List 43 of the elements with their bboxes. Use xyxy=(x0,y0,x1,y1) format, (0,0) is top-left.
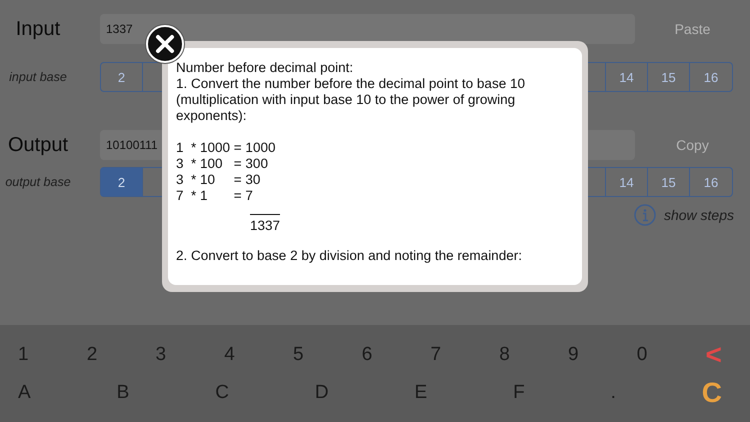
equation-line: 7 * 1 = 7 xyxy=(176,188,254,204)
equation-line: 3 * 100 = 300 xyxy=(176,156,269,172)
backspace-key[interactable]: < xyxy=(698,342,730,366)
keypad-key[interactable]: 8 xyxy=(491,342,518,366)
keypad-key[interactable]: C xyxy=(207,380,237,404)
keypad-key[interactable]: D xyxy=(306,380,337,404)
keypad-key[interactable]: 2 xyxy=(78,342,106,366)
equation-line: 3 * 10 = 30 xyxy=(176,172,262,188)
dialog-heading: Number before decimal point: xyxy=(176,60,354,76)
base-segment[interactable]: 15 xyxy=(648,168,690,196)
base-segment[interactable]: 2 xyxy=(101,168,143,196)
keypad-key[interactable]: 3 xyxy=(148,342,174,366)
close-icon xyxy=(155,34,175,54)
keypad-key[interactable]: 5 xyxy=(285,342,312,366)
keypad-key[interactable]: A xyxy=(10,380,39,404)
base-segment[interactable]: 16 xyxy=(690,63,732,91)
base-segment[interactable]: 15 xyxy=(648,63,690,91)
keypad-key[interactable]: B xyxy=(108,380,138,404)
keypad-key[interactable]: 6 xyxy=(354,342,380,366)
equation-line: 1 * 1000 = 1000 xyxy=(176,140,276,156)
copy-button[interactable]: Copy xyxy=(635,137,750,153)
keypad-key[interactable]: F xyxy=(505,380,533,404)
keypad-key[interactable]: E xyxy=(406,380,436,404)
base-segment[interactable]: 2 xyxy=(101,63,143,91)
base-segment[interactable]: 16 xyxy=(690,168,732,196)
keypad-key[interactable]: 9 xyxy=(560,342,587,366)
base-label: input base xyxy=(8,70,68,84)
clear-key[interactable]: C xyxy=(694,380,730,404)
show-steps-link[interactable]: show steps xyxy=(664,207,734,223)
keypad-key[interactable]: . xyxy=(602,380,624,404)
keypad-key[interactable]: 4 xyxy=(216,342,243,366)
base-segment[interactable]: 14 xyxy=(606,168,648,196)
step-text: 2. Convert to base 2 by division and noting the remainder: xyxy=(176,248,523,264)
keypad-key[interactable]: 1 xyxy=(10,342,37,366)
input-label: Input xyxy=(14,18,62,40)
paste-button[interactable]: Paste xyxy=(635,21,750,37)
base-label: output base xyxy=(4,175,72,189)
output-label: Output xyxy=(6,134,70,156)
sum-result: 1337 xyxy=(250,214,280,234)
keypad-key[interactable]: 0 xyxy=(628,342,656,366)
step-text: 1. Convert the number before the decimal point to base 10 (multiplication with input base 10 to the power of growing exponents): xyxy=(176,76,526,124)
base-segment[interactable]: 14 xyxy=(606,63,648,91)
keypad-key[interactable]: 7 xyxy=(422,342,450,366)
